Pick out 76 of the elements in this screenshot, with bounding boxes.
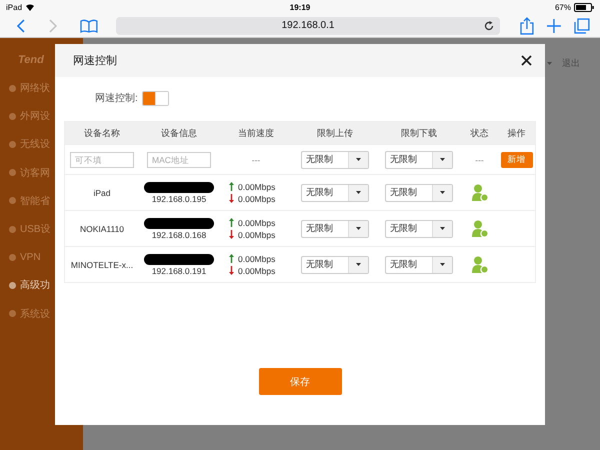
save-button[interactable]: 保存 [258,368,342,395]
user-status-icon [472,256,488,273]
upload-speed: 0.00Mbps [238,182,276,192]
device-name: MINOTELTE-x... [70,260,134,270]
device-name: iPad [6,2,22,12]
down-arrow-icon [229,230,234,239]
up-arrow-icon [229,254,234,263]
clock: 19:19 [290,2,310,12]
mac-field[interactable]: MAC地址 [147,152,211,168]
caret-icon [356,227,361,230]
column-header: 当前速度 [237,126,275,140]
download-limit-select[interactable]: 无限制 [385,256,453,274]
redaction-mark [144,218,214,228]
dialog-title: 网速控制 [73,54,117,68]
caret-icon [356,191,361,194]
table-cell: --- [475,154,484,164]
column-header: 限制上传 [316,126,354,140]
name-field[interactable]: 可不填 [70,152,134,168]
battery-percent: 67% [554,2,571,12]
caret-icon[interactable] [547,62,552,65]
down-arrow-icon [229,194,234,203]
add-button[interactable]: 新增 [500,152,532,168]
plus-icon[interactable] [546,18,562,34]
column-header: 状态 [470,126,490,140]
upload-limit-select[interactable]: 无限制 [301,184,369,202]
bookmarks-icon[interactable] [80,18,98,32]
ip-address: 192.168.0.168 [152,230,206,240]
ip-address: 192.168.0.195 [152,194,206,204]
sidebar-item[interactable]: 系统设 [0,300,83,328]
sidebar-item[interactable]: 智能省 [0,186,83,215]
upload-speed: 0.00Mbps [238,254,276,264]
table-cell: --- [252,154,260,164]
download-limit-select[interactable]: 无限制 [385,220,453,238]
toggle-switch[interactable] [142,90,169,106]
share-icon[interactable] [520,16,534,34]
caret-icon [356,158,361,161]
device-name: iPad [93,188,110,198]
toggle-label: 网速控制: [95,92,138,105]
close-icon[interactable] [521,55,532,66]
address-bar[interactable]: 192.168.0.1 [116,16,500,34]
download-speed: 0.00Mbps [238,230,276,240]
upload-limit-select[interactable]: 无限制 [301,220,369,238]
tabs-icon[interactable] [574,18,590,34]
caret-icon [356,263,361,266]
reload-icon[interactable] [484,20,494,30]
caret-icon [440,227,445,230]
user-status-icon [472,220,488,237]
upload-limit-select[interactable]: 无限制 [301,256,369,274]
download-speed: 0.00Mbps [238,266,276,276]
column-header: 设备名称 [83,126,121,140]
download-limit-select[interactable]: 无限制 [385,184,453,202]
down-arrow-icon [229,266,234,275]
caret-icon [440,191,445,194]
up-arrow-icon [229,182,234,191]
caret-icon [440,263,445,266]
redaction-mark [144,182,214,192]
logo: Tend [18,54,44,66]
download-speed: 0.00Mbps [238,194,276,204]
column-header: 设备信息 [160,126,198,140]
battery-icon [574,2,594,12]
device-name: NOKIA1110 [80,224,124,234]
redaction-mark [144,254,214,264]
ip-address: 192.168.0.191 [152,266,206,276]
download-limit-select[interactable]: 无限制 [385,150,453,168]
caret-icon [440,158,445,161]
back-icon[interactable] [16,18,26,32]
upload-limit-select[interactable]: 无限制 [301,150,369,168]
up-arrow-icon [229,218,234,227]
wifi-icon [25,3,36,11]
sidebar-item[interactable]: 外网设 [0,102,83,130]
upload-speed: 0.00Mbps [238,218,276,228]
column-header: 限制下载 [400,126,438,140]
column-header: 操作 [506,126,526,140]
sidebar-item[interactable]: 网络状 [0,74,83,102]
user-status-icon [472,184,488,201]
sidebar-item[interactable]: 高级功 [0,271,83,300]
